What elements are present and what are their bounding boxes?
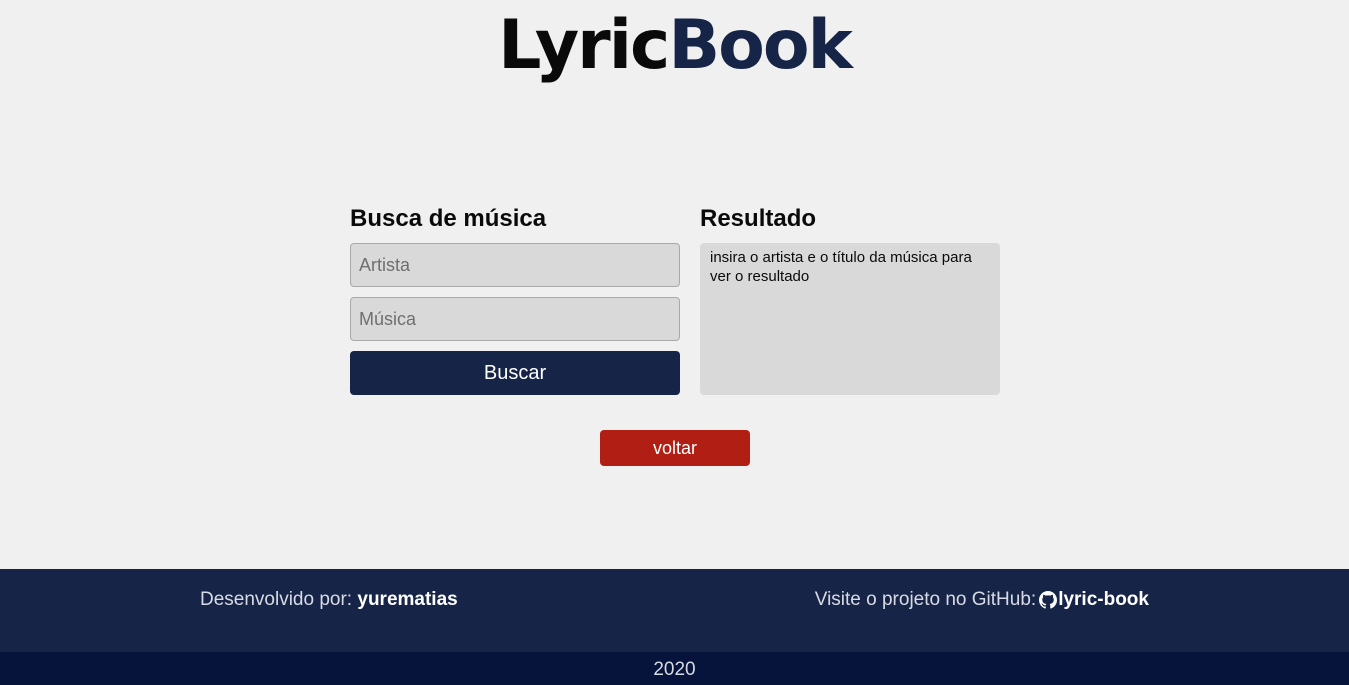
logo: LyricBook bbox=[0, 6, 1349, 86]
github-icon bbox=[1039, 591, 1058, 609]
result-panel: Resultado insira o artista e o título da… bbox=[700, 202, 1000, 395]
footer-github: Visite o projeto no GitHub: lyric-book bbox=[815, 589, 1149, 611]
search-panel: Busca de música Buscar bbox=[350, 202, 680, 395]
logo-part-lyric: Lyric bbox=[498, 6, 670, 85]
search-button[interactable]: Buscar bbox=[350, 351, 680, 395]
result-title: Resultado bbox=[700, 205, 817, 232]
footer-credits: Desenvolvido por: yurematias bbox=[200, 589, 458, 611]
logo-part-book: Book bbox=[668, 6, 852, 85]
search-title: Busca de música bbox=[350, 205, 547, 232]
github-prefix: Visite o projeto no GitHub: bbox=[814, 589, 1037, 610]
github-repo-label: lyric-book bbox=[1058, 589, 1149, 610]
result-box: insira o artista e o título da música pa… bbox=[700, 243, 1000, 395]
page: LyricBook Busca de música Buscar Resulta… bbox=[0, 0, 1349, 685]
footer-year-bar: 2020 bbox=[0, 652, 1349, 685]
footer-year: 2020 bbox=[653, 659, 696, 680]
footer: Desenvolvido por: yurematias Visite o pr… bbox=[0, 569, 1349, 652]
author-link[interactable]: yurematias bbox=[357, 589, 457, 610]
github-repo-link[interactable]: lyric-book bbox=[1036, 589, 1149, 611]
song-input[interactable] bbox=[350, 297, 680, 341]
artist-input[interactable] bbox=[350, 243, 680, 287]
back-button[interactable]: voltar bbox=[600, 430, 750, 466]
credits-prefix: Desenvolvido por: bbox=[200, 589, 353, 610]
